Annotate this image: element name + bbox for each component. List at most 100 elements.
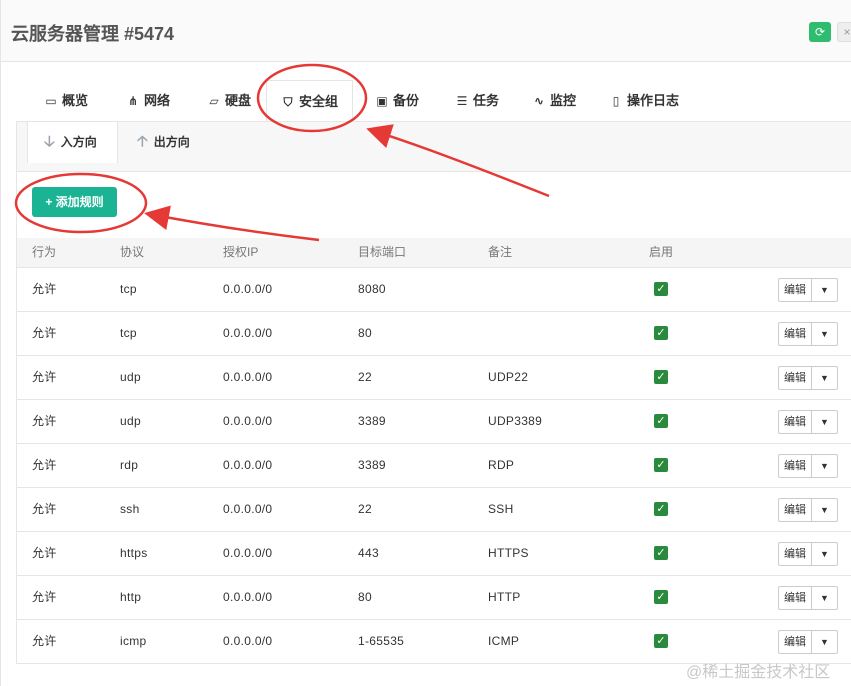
network-icon: ⋔: [127, 94, 139, 108]
cell-note: UDP22: [488, 370, 529, 384]
enabled-check-icon: ✓: [654, 546, 668, 560]
cell-authorized-ip: 0.0.0.0/0: [223, 414, 273, 428]
cell-target-port: 8080: [358, 282, 386, 296]
shield-icon: ⛉: [283, 95, 293, 109]
cell-protocol: http: [120, 590, 142, 604]
cell-target-port: 80: [358, 590, 372, 604]
harddisk-icon: ▱: [209, 94, 219, 108]
table-row: 允许 ssh 0.0.0.0/0 22 SSH ✓ 编辑 ▼: [17, 488, 851, 532]
edit-button[interactable]: 编辑: [778, 586, 812, 610]
caret-down-icon[interactable]: ▼: [811, 542, 838, 566]
table-row: 允许 tcp 0.0.0.0/0 80 ✓ 编辑 ▼: [17, 312, 851, 356]
enabled-check-icon: ✓: [654, 370, 668, 384]
tab-label: 监控: [550, 93, 577, 108]
edit-button[interactable]: 编辑: [778, 454, 812, 478]
edit-button[interactable]: 编辑: [778, 542, 812, 566]
close-button[interactable]: ×: [837, 22, 851, 42]
table-row: 允许 rdp 0.0.0.0/0 3389 RDP ✓ 编辑 ▼: [17, 444, 851, 488]
cell-authorized-ip: 0.0.0.0/0: [223, 502, 273, 516]
tab-outbound[interactable]: 🡡 出方向: [121, 122, 206, 172]
cell-target-port: 22: [358, 502, 372, 516]
edit-button[interactable]: 编辑: [778, 322, 812, 346]
edit-button[interactable]: 编辑: [778, 366, 812, 390]
cell-target-port: 22: [358, 370, 372, 384]
tasks-icon: ☰: [456, 94, 468, 108]
tab-overview[interactable]: ▭ 概览: [34, 80, 98, 122]
subtab-label: 入方向: [60, 135, 97, 149]
add-rule-button[interactable]: + 添加规则: [32, 187, 117, 217]
caret-down-icon[interactable]: ▼: [811, 498, 838, 522]
cell-note: ICMP: [488, 634, 520, 648]
enabled-check-icon: ✓: [654, 502, 668, 516]
cell-target-port: 80: [358, 326, 372, 340]
tab-network[interactable]: ⋔ 网络: [116, 80, 180, 122]
main-tabs: ▭ 概览 ⋔ 网络 ▱ 硬盘 ⛉ 安全组 ▣ 备份 ☰ 任务 ∿ 监控 ▯ 操作日志: [1, 80, 851, 122]
tab-harddisk[interactable]: ▱ 硬盘: [197, 80, 261, 122]
cell-action: 允许: [32, 370, 57, 384]
cell-protocol: icmp: [120, 634, 147, 648]
tab-security-group[interactable]: ⛉ 安全组: [266, 80, 354, 122]
plus-icon: +: [45, 195, 53, 209]
edit-button[interactable]: 编辑: [778, 278, 812, 302]
cell-protocol: tcp: [120, 282, 137, 296]
close-icon: ×: [843, 25, 851, 39]
edit-button[interactable]: 编辑: [778, 498, 812, 522]
edit-button[interactable]: 编辑: [778, 410, 812, 434]
tab-monitor[interactable]: ∿ 监控: [522, 80, 586, 122]
cell-action: 允许: [32, 326, 57, 340]
subtab-label: 出方向: [153, 135, 190, 149]
caret-down-icon[interactable]: ▼: [811, 630, 838, 654]
refresh-icon: ⟳: [814, 25, 826, 39]
header-authorized-ip: 授权IP: [223, 245, 259, 259]
tab-tasks[interactable]: ☰ 任务: [445, 80, 509, 122]
tab-backup[interactable]: ▣ 备份: [365, 80, 429, 122]
enabled-check-icon: ✓: [654, 414, 668, 428]
header-protocol: 协议: [120, 245, 145, 259]
cell-authorized-ip: 0.0.0.0/0: [223, 634, 273, 648]
caret-down-icon[interactable]: ▼: [811, 410, 838, 434]
table-row: 允许 http 0.0.0.0/0 80 HTTP ✓ 编辑 ▼: [17, 576, 851, 620]
tab-label: 概览: [62, 93, 89, 108]
tab-label: 安全组: [299, 94, 339, 109]
dialog-header: 云服务器管理 #5474 ⟳ ×: [1, 0, 851, 62]
caret-down-icon[interactable]: ▼: [811, 278, 838, 302]
header-enabled: 启用: [649, 245, 674, 259]
caret-down-icon[interactable]: ▼: [811, 454, 838, 478]
cell-note: RDP: [488, 458, 515, 472]
enabled-check-icon: ✓: [654, 590, 668, 604]
cell-authorized-ip: 0.0.0.0/0: [223, 370, 273, 384]
table-row: 允许 tcp 0.0.0.0/0 8080 ✓ 编辑 ▼: [17, 268, 851, 312]
cell-action: 允许: [32, 546, 57, 560]
cell-authorized-ip: 0.0.0.0/0: [223, 458, 273, 472]
cell-note: HTTP: [488, 590, 521, 604]
server-management-dialog: 云服务器管理 #5474 ⟳ × ▭ 概览 ⋔ 网络 ▱ 硬盘 ⛉ 安全组 ▣ 备份 ☰ 任…: [0, 0, 851, 686]
pulse-icon: ∿: [533, 94, 545, 108]
save-icon: ▣: [376, 94, 388, 108]
cell-note: HTTPS: [488, 546, 529, 560]
tab-inbound[interactable]: 🡣 入方向: [27, 122, 118, 163]
cell-protocol: udp: [120, 370, 141, 384]
caret-down-icon[interactable]: ▼: [811, 366, 838, 390]
arrow-up-icon: 🡡: [137, 133, 148, 150]
cell-protocol: tcp: [120, 326, 137, 340]
tab-label: 操作日志: [627, 93, 680, 108]
cell-action: 允许: [32, 414, 57, 428]
cell-action: 允许: [32, 502, 57, 516]
cell-protocol: rdp: [120, 458, 139, 472]
tab-label: 硬盘: [225, 93, 252, 108]
tab-label: 备份: [393, 93, 420, 108]
table-header: 行为 协议 授权IP 目标端口 备注 启用: [17, 238, 851, 268]
caret-down-icon[interactable]: ▼: [811, 586, 838, 610]
edit-button[interactable]: 编辑: [778, 630, 812, 654]
dialog-title: 云服务器管理 #5474: [11, 24, 175, 44]
tab-operation-log[interactable]: ▯ 操作日志: [599, 80, 689, 122]
watermark: @稀土掘金技术社区: [686, 664, 831, 681]
cell-protocol: ssh: [120, 502, 140, 516]
cell-note: SSH: [488, 502, 514, 516]
arrow-down-icon: 🡣: [44, 133, 55, 150]
table-row: 允许 https 0.0.0.0/0 443 HTTPS ✓ 编辑 ▼: [17, 532, 851, 576]
cell-target-port: 1-65535: [358, 634, 405, 648]
refresh-button[interactable]: ⟳: [809, 22, 831, 42]
tab-label: 任务: [473, 93, 500, 108]
caret-down-icon[interactable]: ▼: [811, 322, 838, 346]
